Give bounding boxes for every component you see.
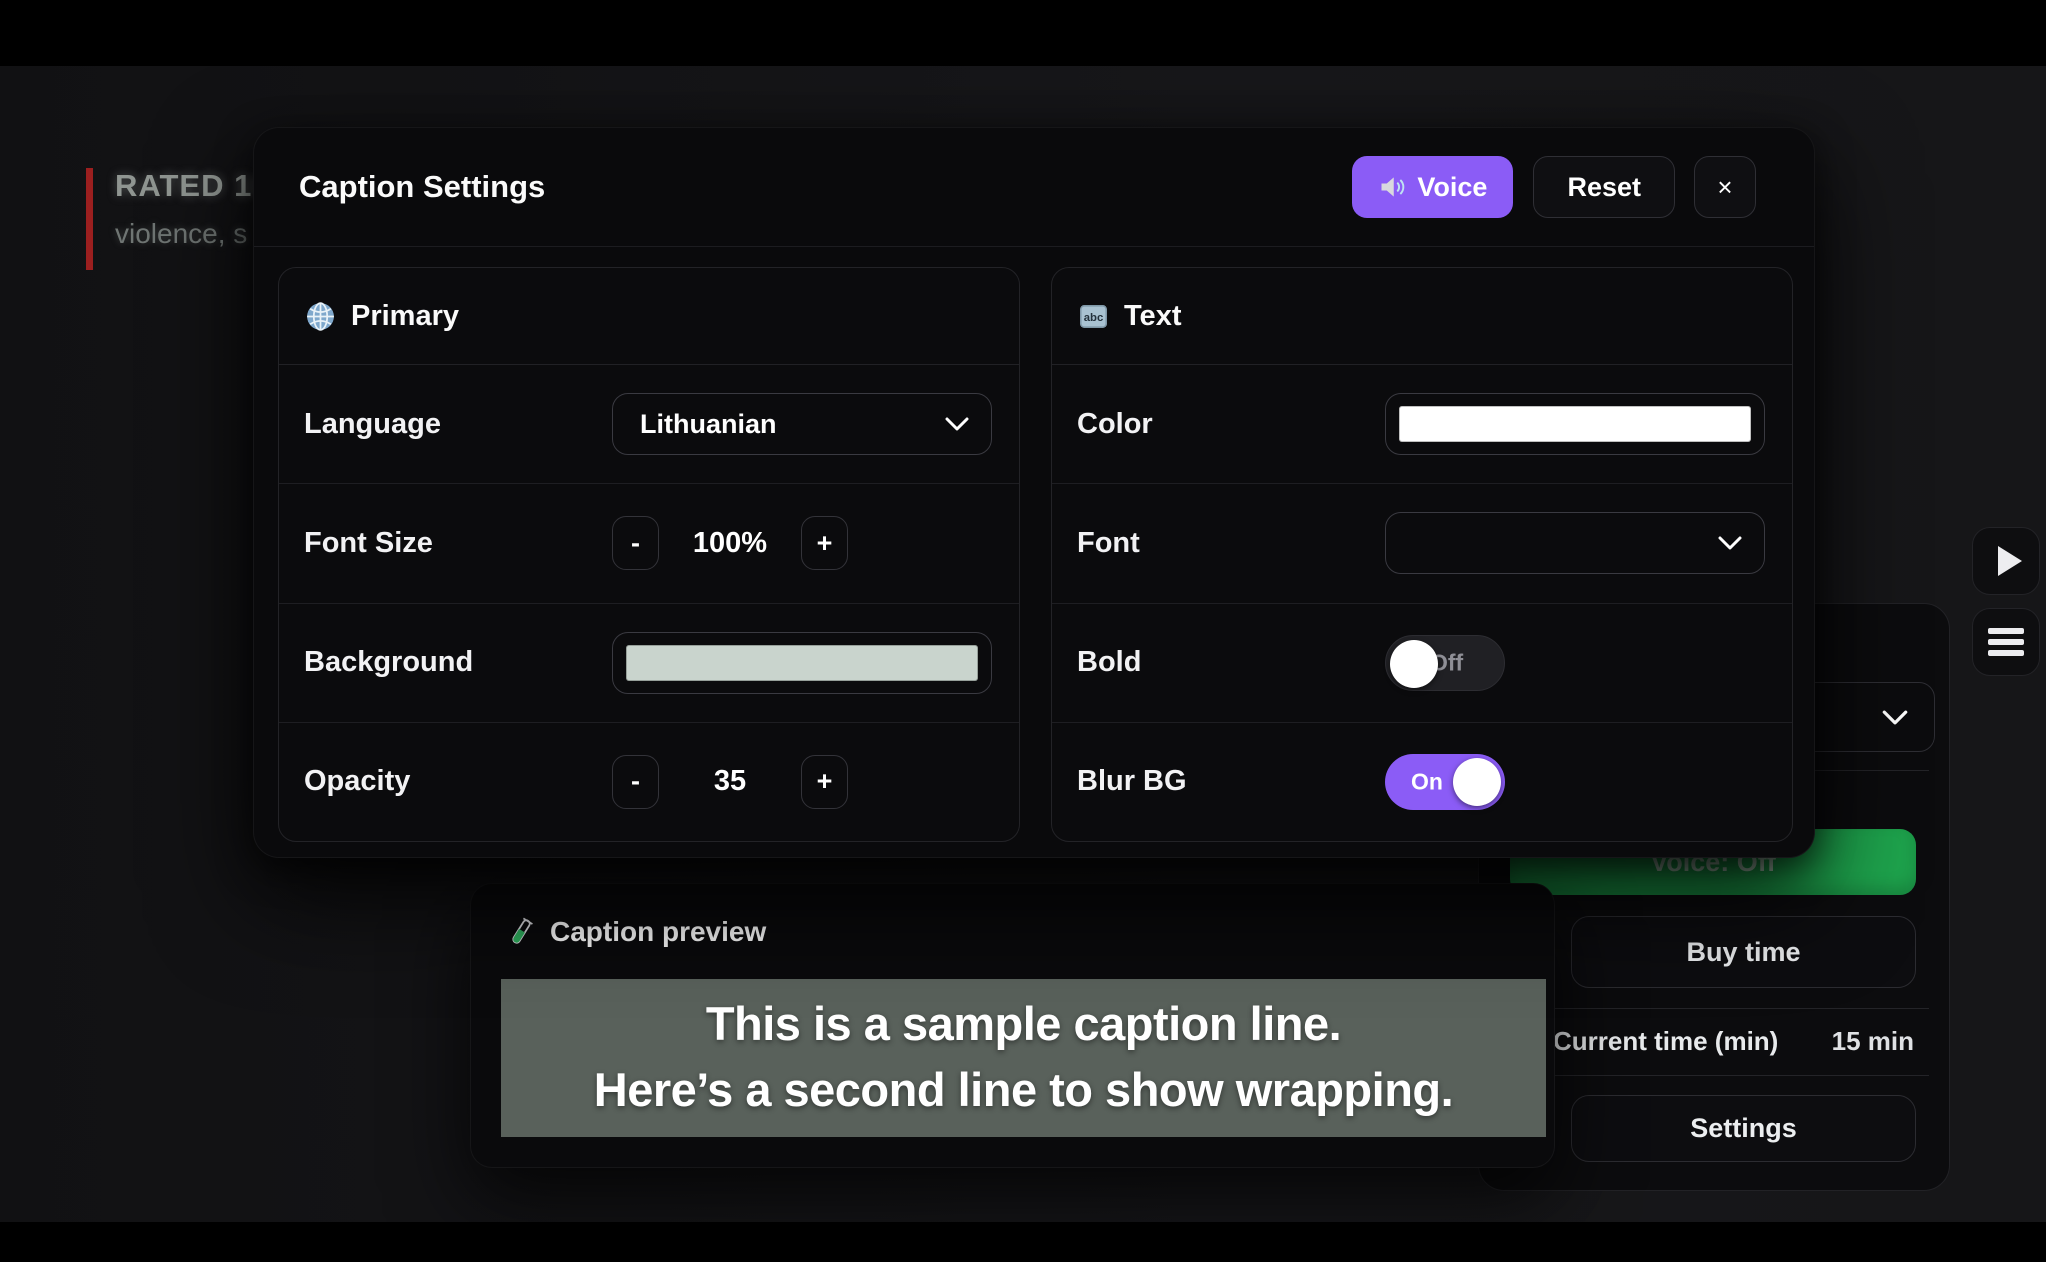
rating-red-bar [86,168,93,270]
dialog-title: Caption Settings [299,169,1352,205]
font-size-row: Font Size - 100% + [279,483,1019,602]
dialog-header: Caption Settings Voice Reset × [254,128,1814,247]
blur-bg-toggle[interactable]: On [1385,754,1505,810]
blur-bg-label: Blur BG [1077,765,1385,798]
opacity-stepper: - 35 + [612,755,848,809]
bold-label: Bold [1077,646,1385,679]
opacity-decrease-button[interactable]: - [612,755,659,809]
bold-row: Bold Off [1052,603,1792,722]
caption-preview-title: Caption preview [550,916,766,948]
rating-title: RATED 16 [115,168,271,204]
opacity-label: Opacity [304,765,612,798]
play-button[interactable] [1972,527,2040,595]
top-letterbox-bar [0,0,2046,66]
hamburger-icon [1988,628,2024,656]
text-color-swatch [1399,406,1751,442]
background-row: Background [279,603,1019,722]
current-time-label: Current time (min) [1553,1026,1778,1057]
opacity-increase-button[interactable]: + [801,755,848,809]
play-icon [1998,546,2022,576]
bold-toggle[interactable]: Off [1385,635,1505,691]
blur-bg-row: Blur BG On [1052,722,1792,841]
rating-subtitle: violence, s [115,218,271,250]
font-size-decrease-button[interactable]: - [612,516,659,570]
font-size-value: 100% [659,527,801,560]
chevron-down-icon [945,417,969,431]
background-color-picker[interactable] [612,632,992,694]
background-label: Background [304,646,612,679]
color-row: Color [1052,365,1792,483]
toggle-knob [1390,640,1438,688]
chevron-down-icon [1718,536,1742,550]
buy-time-button[interactable]: Buy time [1571,916,1916,988]
font-label: Font [1077,527,1385,560]
caption-preview-panel: Caption preview This is a sample caption… [470,883,1555,1168]
menu-button[interactable] [1972,608,2040,676]
font-row: Font [1052,483,1792,602]
font-size-stepper: - 100% + [612,516,848,570]
language-value: Lithuanian [640,409,945,440]
text-color-picker[interactable] [1385,393,1765,455]
voice-button[interactable]: Voice [1352,156,1513,218]
abc-icon: abc [1077,300,1110,333]
svg-text:abc: abc [1084,312,1104,324]
caption-line-2: Here’s a second line to show wrapping. [501,1057,1546,1123]
color-label: Color [1077,408,1385,441]
bottom-letterbox-bar [0,1222,2046,1262]
language-select[interactable]: Lithuanian [612,393,992,455]
toggle-knob [1453,758,1501,806]
test-tube-icon [506,916,537,947]
font-select[interactable] [1385,512,1765,574]
voice-button-label: Voice [1417,172,1487,203]
blur-bg-toggle-state: On [1411,768,1443,795]
caption-settings-dialog: Caption Settings Voice Reset × Primary [253,127,1815,858]
globe-icon [304,300,337,333]
primary-card-title: Primary [351,300,459,333]
opacity-value: 35 [659,765,801,798]
caption-line-1: This is a sample caption line. [501,991,1546,1057]
primary-card-header: Primary [279,268,1019,365]
chevron-down-icon [1882,710,1908,725]
language-label: Language [304,408,612,441]
caption-preview-header: Caption preview [471,884,1554,979]
divider [1499,1075,1929,1076]
text-card: abc Text Color Font Bold [1051,267,1793,842]
primary-card: Primary Language Lithuanian Font Size - … [278,267,1020,842]
text-card-title: Text [1124,300,1181,333]
close-icon: × [1717,172,1732,203]
dialog-body: Primary Language Lithuanian Font Size - … [254,247,1814,842]
close-button[interactable]: × [1694,156,1756,218]
font-size-increase-button[interactable]: + [801,516,848,570]
caption-sample-box: This is a sample caption line. Here’s a … [501,979,1546,1137]
language-row: Language Lithuanian [279,365,1019,483]
font-size-label: Font Size [304,527,612,560]
speaker-icon [1378,173,1406,201]
settings-button[interactable]: Settings [1571,1095,1916,1162]
opacity-row: Opacity - 35 + [279,722,1019,841]
text-card-header: abc Text [1052,268,1792,365]
current-time-value: 15 min [1832,1026,1914,1057]
background-color-swatch [626,645,978,681]
reset-button[interactable]: Reset [1533,156,1675,218]
content-rating-badge: RATED 16 violence, s [86,168,271,270]
